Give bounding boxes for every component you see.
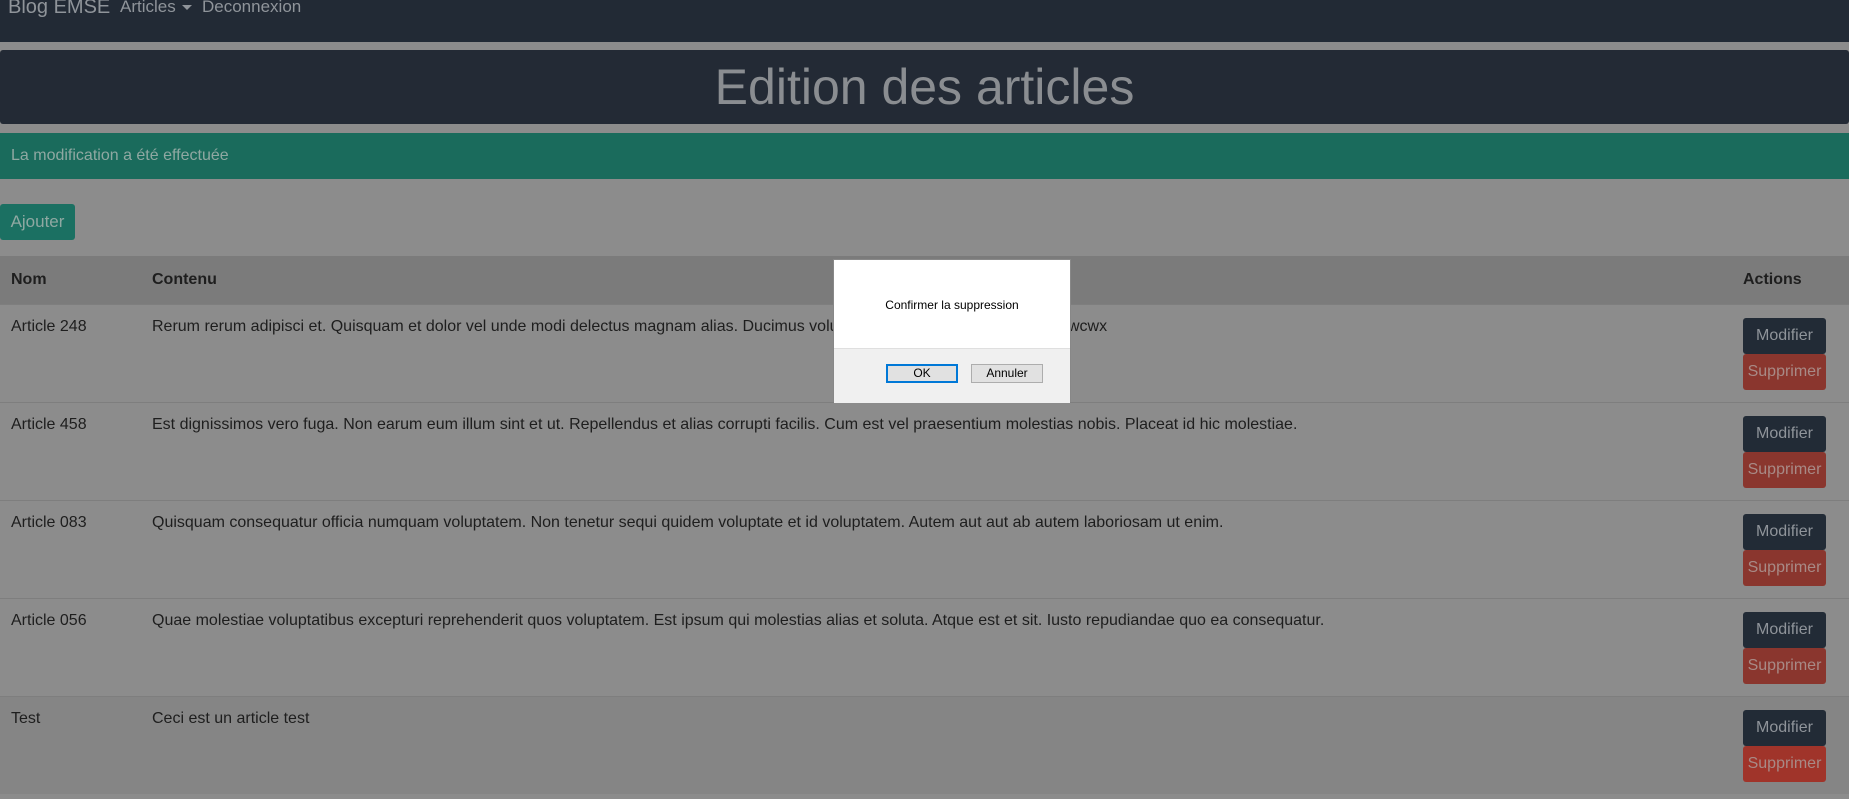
- delete-button[interactable]: Supprimer: [1743, 550, 1826, 586]
- col-contenu: Contenu: [152, 271, 217, 288]
- article-name: Article 458: [11, 416, 87, 433]
- table-row: Test Ceci est un article test Modifier S…: [0, 696, 1849, 794]
- col-nom: Nom: [11, 271, 47, 288]
- edit-button[interactable]: Modifier: [1743, 416, 1826, 452]
- brand-link[interactable]: Blog EMSE: [8, 0, 110, 19]
- article-content-tail: wcwx: [1068, 318, 1108, 335]
- delete-button[interactable]: Supprimer: [1743, 648, 1826, 684]
- articles-label: Articles: [120, 0, 176, 16]
- table-row: Article 083 Quisquam consequatur officia…: [0, 500, 1849, 598]
- ok-button[interactable]: OK: [886, 364, 958, 383]
- delete-button[interactable]: Supprimer: [1743, 746, 1826, 782]
- article-name: Article 056: [11, 612, 87, 629]
- navbar: Blog EMSE Articles Deconnexion: [0, 0, 1849, 42]
- logout-link[interactable]: Deconnexion: [202, 0, 301, 17]
- article-content: Quisquam consequatur officia numquam vol…: [152, 514, 1224, 531]
- col-actions: Actions: [1743, 271, 1802, 288]
- article-content: Quae molestiae voluptatibus excepturi re…: [152, 612, 1325, 629]
- article-content: Est dignissimos vero fuga. Non earum eum…: [152, 416, 1298, 433]
- article-content: Ceci est un article test: [152, 710, 310, 727]
- dialog-message: Confirmer la suppression: [885, 298, 1019, 312]
- edit-button[interactable]: Modifier: [1743, 514, 1826, 550]
- confirm-dialog: Confirmer la suppression OK Annuler: [833, 259, 1071, 403]
- page-title: Edition des articles: [0, 50, 1849, 124]
- articles-dropdown[interactable]: Articles: [120, 0, 192, 17]
- article-content: Rerum rerum adipisci et. Quisquam et dol…: [152, 318, 906, 335]
- article-name: Article 083: [11, 514, 87, 531]
- success-alert: La modification a été effectuée: [0, 133, 1849, 179]
- edit-button[interactable]: Modifier: [1743, 612, 1826, 648]
- delete-button[interactable]: Supprimer: [1743, 354, 1826, 390]
- table-row: Article 458 Est dignissimos vero fuga. N…: [0, 402, 1849, 500]
- add-button[interactable]: Ajouter: [0, 204, 75, 240]
- edit-button[interactable]: Modifier: [1743, 318, 1826, 354]
- table-row: Article 056 Quae molestiae voluptatibus …: [0, 598, 1849, 696]
- dialog-footer: OK Annuler: [834, 348, 1070, 403]
- article-name: Article 248: [11, 318, 87, 335]
- delete-button[interactable]: Supprimer: [1743, 452, 1826, 488]
- caret-down-icon: [181, 5, 192, 11]
- cancel-button[interactable]: Annuler: [971, 364, 1043, 383]
- article-name: Test: [11, 710, 41, 727]
- edit-button[interactable]: Modifier: [1743, 710, 1826, 746]
